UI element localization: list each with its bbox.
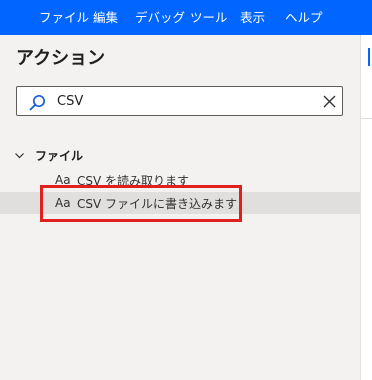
search-icon <box>29 94 46 111</box>
highlight-annotation <box>40 185 242 222</box>
chevron-down-icon <box>15 152 24 158</box>
designer-pane <box>361 35 372 380</box>
group-label: ファイル <box>35 148 84 163</box>
menu-debug[interactable]: デバッグ <box>135 0 185 35</box>
menu-help[interactable]: ヘルプ <box>285 0 323 35</box>
menu-bar: ファイル 編集 デバッグ ツール 表示 ヘルプ <box>0 0 372 35</box>
menu-file[interactable]: ファイル <box>39 0 89 35</box>
designer-edge-mark <box>368 48 370 66</box>
search-box[interactable] <box>16 86 343 116</box>
search-input[interactable] <box>57 91 317 111</box>
menu-edit[interactable]: 編集 <box>93 0 118 35</box>
panel-title: アクション <box>16 48 106 69</box>
menu-tools[interactable]: ツール <box>190 0 228 35</box>
group-file[interactable]: ファイル <box>14 146 83 164</box>
close-icon[interactable] <box>323 95 336 108</box>
designer-separator <box>361 118 372 119</box>
menu-view[interactable]: 表示 <box>240 0 265 35</box>
